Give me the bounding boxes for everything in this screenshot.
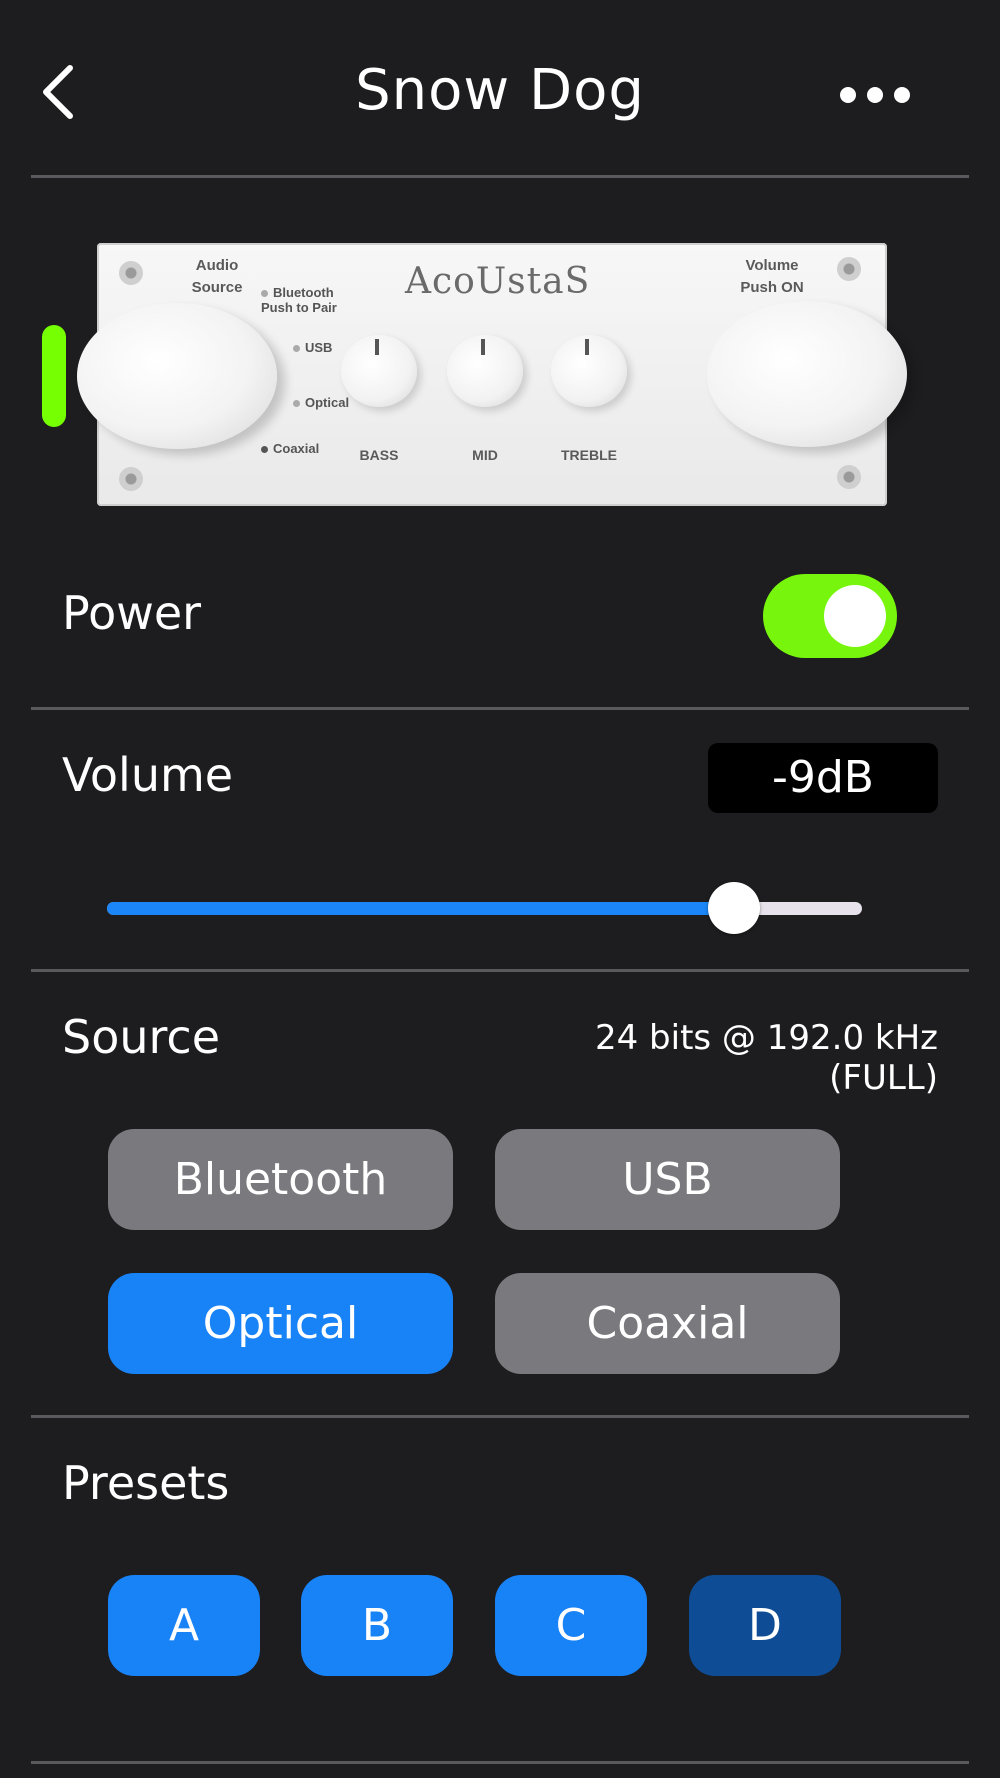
knob-label: TREBLE xyxy=(561,447,617,463)
volume-slider[interactable] xyxy=(107,882,862,934)
input-label: Coaxial xyxy=(261,441,319,456)
screw-icon xyxy=(119,467,143,491)
screw-icon xyxy=(837,257,861,281)
volume-knob xyxy=(707,301,907,447)
more-dot-icon xyxy=(840,87,856,103)
preset-d-button[interactable]: D xyxy=(689,1575,841,1676)
power-label: Power xyxy=(62,586,202,640)
source-optical-button[interactable]: Optical xyxy=(108,1273,453,1374)
audio-source-label: Audio Source xyxy=(191,257,243,296)
mid-knob xyxy=(447,335,523,407)
more-options-button[interactable] xyxy=(840,80,910,110)
device-panel-image: Audio Source Volume Push ON Bluetooth Pu… xyxy=(77,243,907,506)
source-knob xyxy=(77,303,277,449)
more-dot-icon xyxy=(867,87,883,103)
knob-label: BASS xyxy=(359,447,399,463)
bass-knob xyxy=(341,335,417,407)
power-toggle[interactable] xyxy=(763,574,897,658)
source-usb-button[interactable]: USB xyxy=(495,1129,840,1230)
volume-knob-label: Volume Push ON xyxy=(740,257,804,296)
toggle-knob xyxy=(824,585,886,647)
divider xyxy=(31,707,969,710)
screw-icon xyxy=(119,261,143,285)
volume-slider-thumb[interactable] xyxy=(707,882,760,934)
source-bluetooth-button[interactable]: Bluetooth xyxy=(108,1129,453,1230)
input-label: Bluetooth Push to Pair xyxy=(261,285,361,315)
preset-c-button[interactable]: C xyxy=(495,1575,647,1676)
presets-label: Presets xyxy=(62,1456,230,1510)
treble-knob xyxy=(551,335,627,407)
divider xyxy=(31,969,969,972)
power-indicator xyxy=(42,325,66,427)
input-label: USB xyxy=(293,340,332,355)
divider xyxy=(31,175,969,178)
preset-a-button[interactable]: A xyxy=(108,1575,260,1676)
knob-label: MID xyxy=(472,447,498,463)
volume-value: -9dB xyxy=(708,743,938,813)
screw-icon xyxy=(837,465,861,489)
volume-slider-fill xyxy=(107,902,734,915)
volume-label: Volume xyxy=(62,748,234,802)
brand-logo: AcoUstaS xyxy=(405,261,591,302)
divider xyxy=(31,1761,969,1764)
divider xyxy=(31,1415,969,1418)
more-dot-icon xyxy=(894,87,910,103)
preset-b-button[interactable]: B xyxy=(301,1575,453,1676)
source-coaxial-button[interactable]: Coaxial xyxy=(495,1273,840,1374)
source-label: Source xyxy=(62,1010,220,1064)
input-label: Optical xyxy=(293,395,349,410)
source-format-info: 24 bits @ 192.0 kHz (FULL) xyxy=(594,1018,938,1098)
